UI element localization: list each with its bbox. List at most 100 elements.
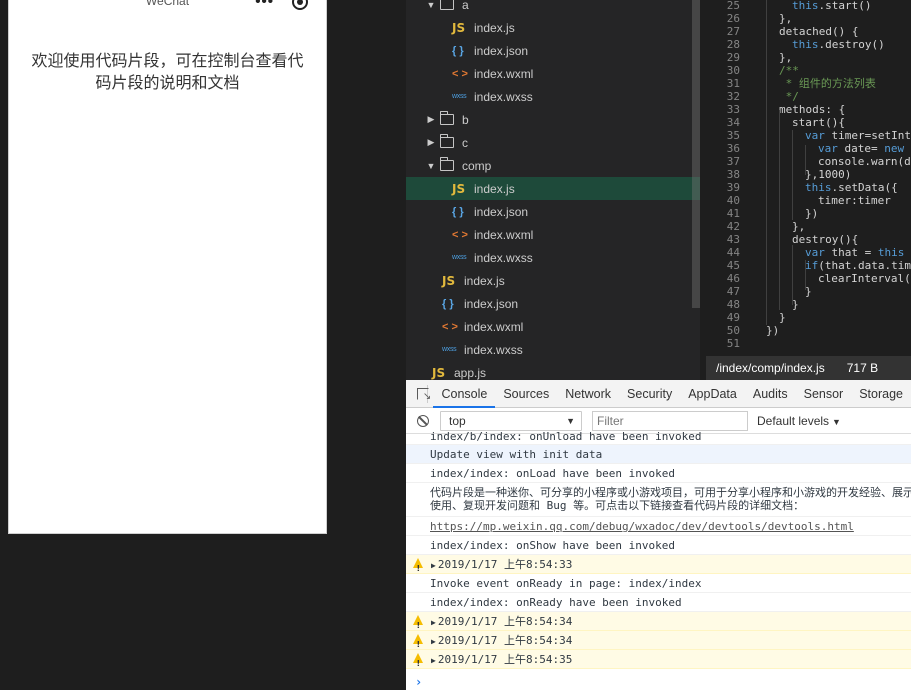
devtools-tab-bar: ConsoleSourcesNetworkSecurityAppDataAudi… bbox=[406, 380, 911, 408]
tree-item-label: index.wxss bbox=[464, 342, 523, 357]
tab-storage[interactable]: Storage bbox=[851, 380, 911, 408]
code-editor[interactable]: 25 this.start() 26}, 27 detached() {28 this.d… bbox=[706, 0, 911, 356]
code-text: },1000) bbox=[805, 168, 851, 181]
clear-console-icon[interactable] bbox=[417, 414, 429, 427]
tree-item-label: index.wxss bbox=[474, 89, 533, 104]
tab-sensor[interactable]: Sensor bbox=[796, 380, 852, 408]
code-token: } bbox=[779, 311, 786, 324]
simulator-nav-bar: WeChat ••• bbox=[9, 0, 326, 14]
tree-file[interactable]: wxss index.wxss bbox=[406, 246, 700, 269]
line-number: 32 bbox=[726, 90, 740, 103]
tree-item-label: index.json bbox=[464, 296, 519, 311]
tree-file[interactable]: < > index.wxml bbox=[406, 223, 700, 246]
tree-item-label: index.js bbox=[474, 181, 515, 196]
wxml-file-icon: < > bbox=[452, 67, 468, 80]
tree-file[interactable]: JS index.js bbox=[406, 269, 700, 292]
code-token: var bbox=[805, 246, 825, 259]
message-line: 代码片段是一种迷你、可分享的小程序或小游戏项目，可用于分享小程序和小游戏的开发经… bbox=[430, 486, 911, 499]
code-line: 36 var date= new Date() bbox=[706, 142, 911, 155]
more-options-icon[interactable]: ••• bbox=[255, 0, 274, 10]
line-number: 46 bbox=[726, 272, 740, 285]
doc-link[interactable]: https://mp.weixin.qq.com/debug/wxadoc/de… bbox=[430, 520, 854, 533]
tree-file[interactable]: wxss index.wxss bbox=[406, 338, 700, 361]
wxss-file-icon: wxss bbox=[452, 254, 467, 261]
tab-security[interactable]: Security bbox=[619, 380, 680, 408]
line-number: 47 bbox=[726, 285, 740, 298]
tree-file[interactable]: { } index.json bbox=[406, 200, 700, 223]
simulator-welcome-text: 欢迎使用代码片段，可在控制台查看代码片段的说明和文档 bbox=[31, 51, 304, 92]
tree-file[interactable]: JS app.js bbox=[406, 361, 700, 380]
code-text: if(that.data.timer){ bbox=[805, 259, 911, 272]
console-message: https://mp.weixin.qq.com/debug/wxadoc/de… bbox=[406, 517, 911, 536]
console-prompt[interactable]: › bbox=[415, 675, 422, 689]
inspect-element-icon[interactable] bbox=[410, 380, 429, 408]
tree-item-label: app.js bbox=[454, 365, 487, 380]
wxml-file-icon: < > bbox=[452, 228, 468, 241]
expand-arrow-icon[interactable]: ▶ bbox=[431, 618, 436, 627]
tab-appdata[interactable]: AppData bbox=[680, 380, 745, 408]
code-text: detached() { bbox=[779, 25, 858, 38]
code-line: 32 */ bbox=[706, 90, 911, 103]
expand-arrow-icon[interactable]: ▶ bbox=[431, 656, 436, 665]
code-token: .setData({ bbox=[831, 181, 898, 194]
indent-guide bbox=[766, 0, 767, 325]
log-levels-dropdown[interactable]: Default levels ▼ bbox=[757, 414, 841, 428]
line-number: 38 bbox=[726, 168, 740, 181]
tree-file[interactable]: < > index.wxml bbox=[406, 315, 700, 338]
code-text: }) bbox=[766, 324, 779, 337]
code-text: console.warn(date) bbox=[818, 155, 911, 168]
tree-scrollbar[interactable] bbox=[692, 0, 700, 308]
expand-arrow-icon[interactable]: ▶ bbox=[431, 637, 436, 646]
filter-input[interactable] bbox=[592, 410, 748, 431]
tab-sources[interactable]: Sources bbox=[495, 380, 557, 408]
code-token: }, bbox=[779, 51, 793, 64]
code-token: }, bbox=[779, 12, 793, 25]
tab-network[interactable]: Network bbox=[557, 380, 619, 408]
tree-file[interactable]: { } index.json bbox=[406, 39, 700, 62]
console-message: index/index: onShow have been invoked bbox=[406, 536, 911, 555]
warning-text: 2019/1/17 上午8:54:35 bbox=[437, 653, 573, 666]
tree-file[interactable]: < > index.wxml bbox=[406, 62, 700, 85]
code-text: var timer=setInterval(()=>{ bbox=[805, 129, 911, 142]
code-line: 49} bbox=[706, 311, 911, 324]
line-number: 50 bbox=[726, 324, 740, 337]
tree-item-label: comp bbox=[462, 158, 492, 173]
tree-folder-b[interactable]: ▶ b bbox=[406, 108, 700, 131]
tab-console[interactable]: Console bbox=[433, 380, 496, 408]
tree-folder-a[interactable]: ▼ a bbox=[406, 0, 700, 16]
tab-audits[interactable]: Audits bbox=[745, 380, 796, 408]
tree-item-label: index.json bbox=[474, 43, 529, 58]
tree-file[interactable]: JS index.js bbox=[406, 177, 700, 200]
expand-arrow-icon[interactable]: ▶ bbox=[431, 561, 436, 570]
close-capsule-icon[interactable] bbox=[292, 0, 308, 10]
console-message: index/index: onLoad have been invoked bbox=[406, 464, 911, 483]
context-select[interactable]: top ▼ bbox=[440, 410, 582, 431]
code-token: date= bbox=[837, 142, 885, 155]
indent-guide bbox=[779, 110, 780, 310]
code-line: 44 var that = this bbox=[706, 246, 911, 259]
code-line: 42}, bbox=[706, 220, 911, 233]
tree-file[interactable]: wxss index.wxss bbox=[406, 85, 700, 108]
line-number: 51 bbox=[726, 337, 740, 350]
line-number: 33 bbox=[726, 103, 740, 116]
warning-icon bbox=[413, 615, 423, 630]
warning-text: 2019/1/17 上午8:54:34 bbox=[437, 615, 573, 628]
indent-guide bbox=[805, 260, 806, 290]
context-value: top bbox=[449, 413, 466, 428]
message-text: Invoke event onReady in page: index/inde… bbox=[430, 577, 702, 590]
code-line: 47} bbox=[706, 285, 911, 298]
tree-file[interactable]: { } index.json bbox=[406, 292, 700, 315]
code-text: timer:timer bbox=[818, 194, 891, 207]
json-file-icon: { } bbox=[452, 44, 464, 57]
console-warning: ▶2019/1/17 上午8:54:35 bbox=[406, 650, 911, 669]
tree-file[interactable]: JS index.js bbox=[406, 16, 700, 39]
code-token: timer:timer bbox=[818, 194, 891, 207]
json-file-icon: { } bbox=[452, 205, 464, 218]
code-line: 27 detached() { bbox=[706, 25, 911, 38]
line-number: 34 bbox=[726, 116, 740, 129]
tree-folder-c[interactable]: ▶ c bbox=[406, 131, 700, 154]
indent-guide bbox=[792, 245, 793, 305]
console-message: 代码片段是一种迷你、可分享的小程序或小游戏项目，可用于分享小程序和小游戏的开发经… bbox=[406, 483, 911, 517]
code-token: that = bbox=[824, 246, 878, 259]
tree-folder-comp[interactable]: ▼ comp bbox=[406, 154, 700, 177]
